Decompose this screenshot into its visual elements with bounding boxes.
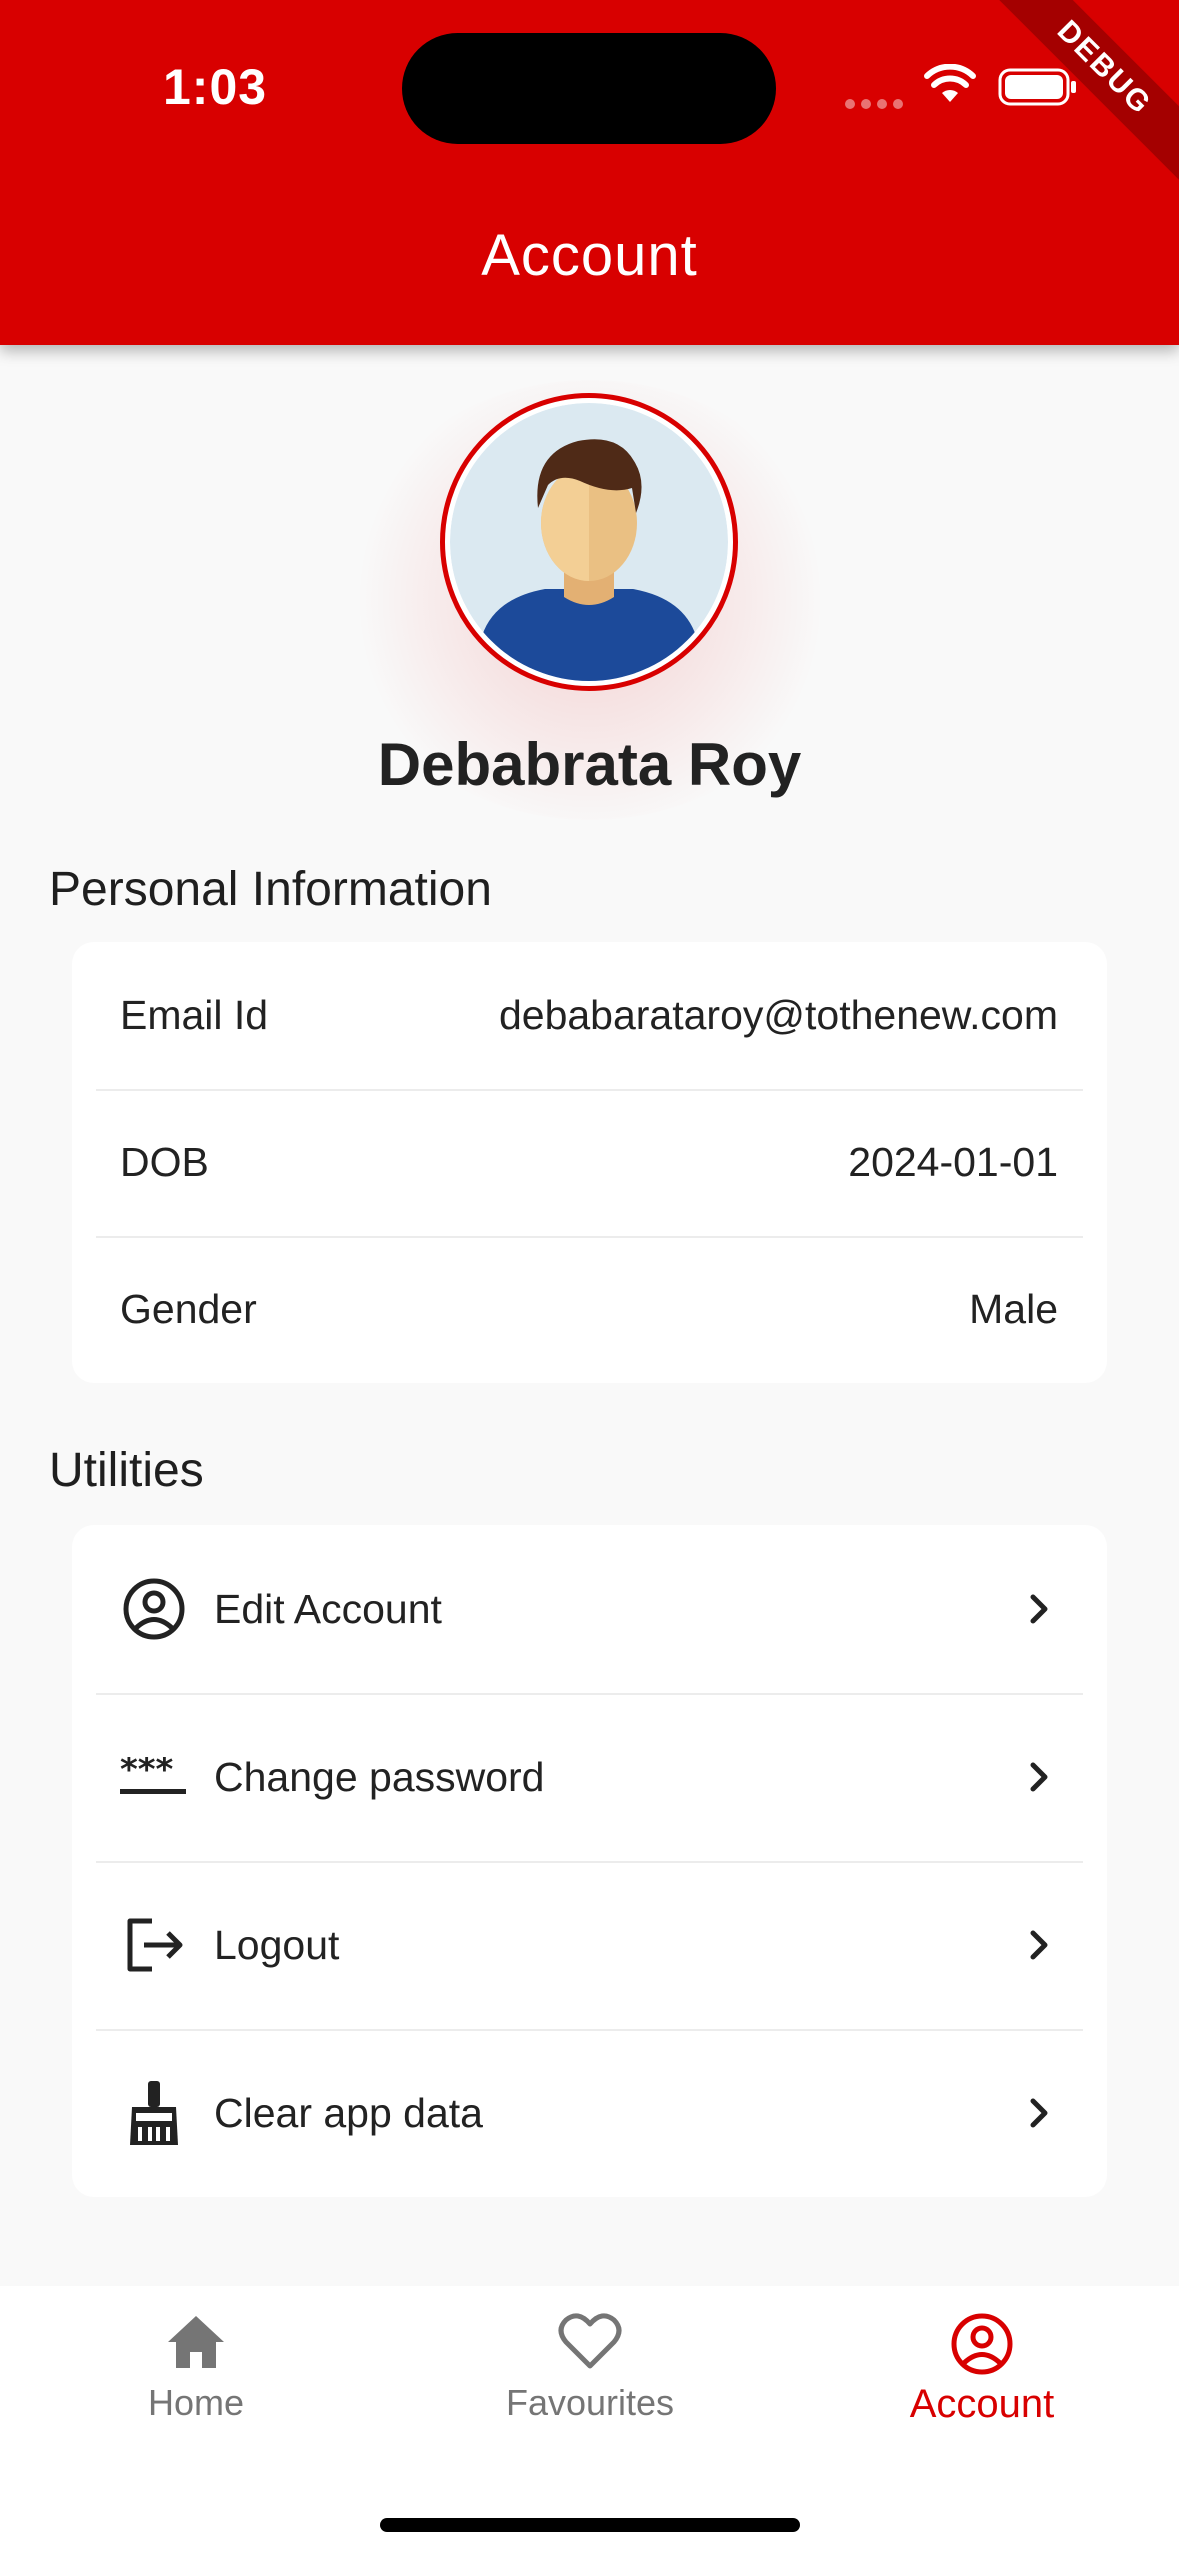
info-row-email: Email Id debabarataroy@tothenew.com — [72, 942, 1107, 1089]
info-label: Gender — [120, 1286, 257, 1332]
info-label: Email Id — [120, 992, 269, 1038]
chevron-right-icon — [1030, 1762, 1048, 1792]
info-value: 2024-01-01 — [848, 1139, 1058, 1185]
info-value: debabarataroy@tothenew.com — [498, 992, 1058, 1038]
dynamic-island — [402, 33, 776, 144]
svg-text:***: *** — [120, 1757, 174, 1790]
nav-label: Account — [909, 2382, 1055, 2426]
utilities-title: Utilities — [49, 1444, 204, 1497]
password-icon: *** — [120, 1743, 188, 1811]
cellular-signal-icon — [845, 96, 909, 114]
utilities-card: Edit Account *** Change password Logout — [72, 1525, 1107, 2197]
chevron-right-icon — [1030, 2098, 1048, 2128]
page-title: Account — [481, 223, 698, 288]
account-circle-icon — [120, 1575, 188, 1643]
account-circle-icon — [951, 2313, 1013, 2375]
chevron-right-icon — [1030, 1930, 1048, 1960]
utility-clear-app-data[interactable]: Clear app data — [72, 2029, 1107, 2197]
wifi-icon — [924, 64, 976, 102]
utility-change-password[interactable]: *** Change password — [72, 1693, 1107, 1861]
avatar — [440, 393, 738, 691]
utility-label: Edit Account — [214, 1585, 442, 1632]
info-label: DOB — [120, 1139, 209, 1185]
app-bar: 1:03 DEBUG Account — [0, 0, 1179, 345]
logout-icon — [120, 1911, 188, 1979]
status-time: 1:03 — [163, 59, 268, 115]
heart-icon — [558, 2313, 622, 2369]
personal-info-title: Personal Information — [49, 863, 492, 916]
utility-logout[interactable]: Logout — [72, 1861, 1107, 2029]
bottom-nav: Home Favourites Account — [0, 2286, 1179, 2556]
nav-account[interactable]: Account — [832, 2312, 1132, 2427]
nav-label: Favourites — [505, 2382, 675, 2423]
nav-label: Home — [147, 2382, 245, 2423]
info-row-dob: DOB 2024-01-01 — [72, 1089, 1107, 1236]
chevron-right-icon — [1030, 1594, 1048, 1624]
utility-label: Change password — [214, 1753, 545, 1800]
info-row-gender: Gender Male — [72, 1236, 1107, 1383]
profile-name: Debabrata Roy — [377, 731, 802, 798]
user-avatar-icon — [450, 403, 728, 681]
utility-label: Logout — [214, 1921, 340, 1968]
personal-info-card: Email Id debabarataroy@tothenew.com DOB … — [72, 942, 1107, 1383]
utility-edit-account[interactable]: Edit Account — [72, 1525, 1107, 1693]
cleaning-brush-icon — [120, 2079, 188, 2147]
nav-home[interactable]: Home — [46, 2312, 346, 2424]
nav-favourites[interactable]: Favourites — [440, 2312, 740, 2424]
utility-label: Clear app data — [214, 2089, 483, 2136]
battery-icon — [998, 68, 1076, 106]
home-icon — [168, 2316, 224, 2368]
home-indicator — [380, 2518, 800, 2532]
info-value: Male — [969, 1286, 1058, 1332]
